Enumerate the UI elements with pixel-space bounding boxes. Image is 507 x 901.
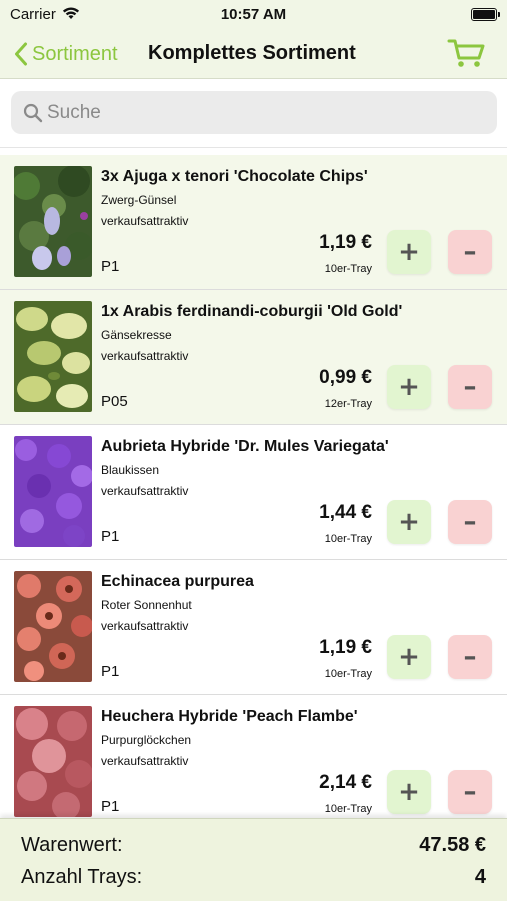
product-code: P1 <box>101 798 120 815</box>
search-icon <box>23 103 43 123</box>
product-row[interactable]: Heuchera Hybride 'Peach Flambe' Purpurgl… <box>0 695 507 820</box>
minus-icon: – <box>463 237 477 267</box>
product-title: Aubrieta Hybride 'Dr. Mules Variegata' <box>101 438 389 455</box>
search-input[interactable] <box>47 91 477 134</box>
product-common-name: Gänsekresse <box>101 328 172 342</box>
product-code: P1 <box>101 528 120 545</box>
plus-icon: + <box>398 372 420 402</box>
navigation-bar: Sortiment Komplettes Sortiment <box>0 30 507 79</box>
add-button[interactable]: + <box>387 365 431 409</box>
product-unit: 10er-Tray <box>324 533 372 545</box>
product-code: P05 <box>101 393 128 410</box>
product-unit: 10er-Tray <box>324 263 372 275</box>
remove-button[interactable]: – <box>448 500 492 544</box>
product-row[interactable]: Echinacea purpurea Roter Sonnenhut verka… <box>0 560 507 695</box>
back-label: Sortiment <box>32 42 118 65</box>
product-tag: verkaufsattraktiv <box>101 484 189 498</box>
back-button[interactable]: Sortiment <box>14 38 118 70</box>
product-price: 2,14 € <box>319 772 372 793</box>
plus-icon: + <box>398 777 420 807</box>
product-price: 1,19 € <box>319 232 372 253</box>
add-button[interactable]: + <box>387 230 431 274</box>
product-unit: 10er-Tray <box>324 668 372 680</box>
product-common-name: Zwerg-Günsel <box>101 193 177 207</box>
product-code: P1 <box>101 258 120 275</box>
order-value-label: Warenwert: <box>21 834 123 856</box>
product-image <box>14 571 92 682</box>
product-image <box>14 166 92 277</box>
chevron-left-icon <box>15 42 27 66</box>
remove-button[interactable]: – <box>448 635 492 679</box>
product-price: 1,19 € <box>319 637 372 658</box>
search-bar[interactable] <box>11 91 497 134</box>
product-title: 1x Arabis ferdinandi-coburgii 'Old Gold' <box>101 303 403 320</box>
minus-icon: – <box>463 372 477 402</box>
product-common-name: Roter Sonnenhut <box>101 598 192 612</box>
add-button[interactable]: + <box>387 770 431 814</box>
product-image <box>14 436 92 547</box>
product-common-name: Purpurglöckchen <box>101 733 192 747</box>
cart-icon[interactable] <box>447 37 487 69</box>
product-tag: verkaufsattraktiv <box>101 619 189 633</box>
product-unit: 10er-Tray <box>324 803 372 815</box>
product-tag: verkaufsattraktiv <box>101 214 189 228</box>
clock: 10:57 AM <box>220 6 287 23</box>
product-tag: verkaufsattraktiv <box>101 349 189 363</box>
add-button[interactable]: + <box>387 500 431 544</box>
plus-icon: + <box>398 237 420 267</box>
product-image <box>14 301 92 412</box>
product-title: Heuchera Hybride 'Peach Flambe' <box>101 708 358 725</box>
battery-icon <box>471 8 500 21</box>
status-bar: Carrier 10:57 AM <box>0 0 507 30</box>
add-button[interactable]: + <box>387 635 431 679</box>
product-common-name: Blaukissen <box>101 463 160 477</box>
plus-icon: + <box>398 507 420 537</box>
page-title: Komplettes Sortiment <box>148 42 356 64</box>
remove-button[interactable]: – <box>448 230 492 274</box>
product-title: 3x Ajuga x tenori 'Chocolate Chips' <box>101 168 368 185</box>
product-list[interactable]: 3x Ajuga x tenori 'Chocolate Chips' Zwer… <box>0 155 507 820</box>
remove-button[interactable]: – <box>448 770 492 814</box>
minus-icon: – <box>463 777 477 807</box>
product-title: Echinacea purpurea <box>101 573 254 590</box>
minus-icon: – <box>463 642 477 672</box>
plus-icon: + <box>398 642 420 672</box>
order-summary: Warenwert: 47.58 € Anzahl Trays: 4 <box>0 818 507 901</box>
product-code: P1 <box>101 663 120 680</box>
tray-count: 4 <box>474 866 486 888</box>
product-row[interactable]: 1x Arabis ferdinandi-coburgii 'Old Gold'… <box>0 290 507 425</box>
product-price: 1,44 € <box>319 502 372 523</box>
product-row[interactable]: 3x Ajuga x tenori 'Chocolate Chips' Zwer… <box>0 155 507 290</box>
product-price: 0,99 € <box>319 367 372 388</box>
product-unit: 12er-Tray <box>324 398 372 410</box>
order-value: 47.58 € <box>419 834 486 856</box>
search-area <box>0 79 507 148</box>
product-row[interactable]: Aubrieta Hybride 'Dr. Mules Variegata' B… <box>0 425 507 560</box>
product-tag: verkaufsattraktiv <box>101 754 189 768</box>
product-image <box>14 706 92 817</box>
tray-count-label: Anzahl Trays: <box>21 866 143 888</box>
remove-button[interactable]: – <box>448 365 492 409</box>
minus-icon: – <box>463 507 477 537</box>
